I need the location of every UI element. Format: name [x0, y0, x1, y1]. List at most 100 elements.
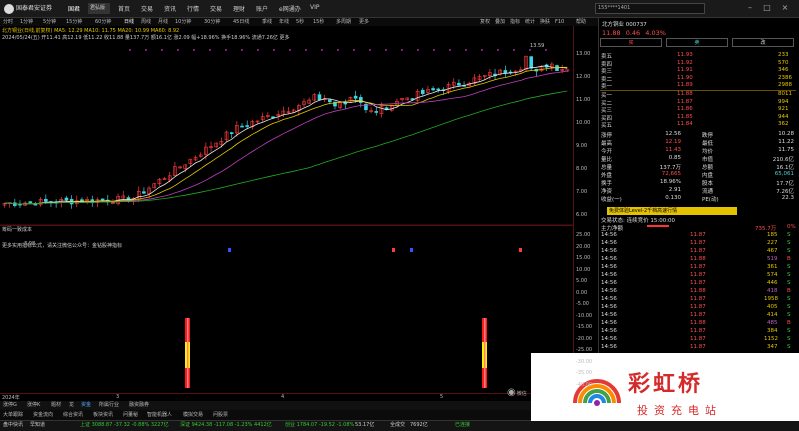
- period-item[interactable]: 5分钟: [43, 18, 56, 26]
- logo-text: 国泰君安证券: [16, 5, 53, 12]
- tick-time: 14:56: [601, 248, 617, 254]
- status-item: 已连接: [455, 422, 471, 428]
- indicator-bar: [187, 318, 189, 388]
- buy-button[interactable]: 买: [600, 38, 662, 47]
- signal-dot: [273, 49, 275, 51]
- menu-finance[interactable]: 理财: [233, 4, 245, 13]
- period-item[interactable]: 60分钟: [95, 18, 111, 26]
- period-item[interactable]: 分时: [3, 18, 13, 26]
- period-tool-item[interactable]: 指标: [510, 18, 520, 26]
- tick-time: 14:56: [601, 288, 617, 294]
- menu-home[interactable]: 首页: [118, 4, 130, 13]
- candle-body: [64, 197, 69, 201]
- period-item[interactable]: 10分钟: [175, 18, 191, 26]
- stat-label-2: 内盘: [702, 173, 714, 179]
- period-tool-item[interactable]: F10: [555, 18, 564, 26]
- signal-dot: [449, 49, 451, 51]
- stat-value-2: 10.28: [778, 131, 794, 137]
- period-item[interactable]: 30分钟: [204, 18, 220, 26]
- tick-time: 14:56: [601, 232, 617, 238]
- menu-quotes[interactable]: 行情: [187, 4, 199, 13]
- tool-tab[interactable]: 问股票: [213, 410, 228, 420]
- maximize-icon[interactable]: □: [762, 3, 772, 13]
- period-item[interactable]: 多周期: [336, 18, 351, 26]
- bottom-tab[interactable]: 融资融券: [129, 401, 149, 410]
- candle-body: [457, 82, 461, 86]
- menu-news[interactable]: 资讯: [164, 4, 176, 13]
- period-tool-item[interactable]: 帮助: [576, 18, 586, 26]
- bottom-tab[interactable]: 资金: [81, 401, 91, 410]
- tool-tab[interactable]: 问董秘: [123, 410, 138, 420]
- tool-tab[interactable]: 智能机器人: [147, 410, 172, 420]
- tool-tab[interactable]: 模拟交易: [183, 410, 203, 420]
- menu-account[interactable]: 账户: [256, 4, 268, 13]
- tick-time: 14:56: [601, 280, 617, 286]
- ask-price: 11.91: [677, 67, 693, 73]
- tool-tab[interactable]: 板块资讯: [93, 410, 113, 420]
- modify-button[interactable]: 改: [732, 38, 794, 47]
- bottom-tab[interactable]: 题材: [51, 401, 61, 410]
- period-item[interactable]: 5秒: [296, 18, 304, 26]
- candle-body: [328, 99, 332, 103]
- stat-value-2: 7.26亿: [776, 189, 794, 195]
- status-item: 7692亿: [410, 422, 428, 428]
- menu-eservice[interactable]: e网通办: [279, 4, 301, 13]
- signal-dot: [145, 49, 147, 51]
- tick-price: 11.88: [690, 288, 706, 294]
- kline-chart[interactable]: [0, 26, 573, 396]
- indicator-header[interactable]: 筹码一致成本: [0, 225, 572, 235]
- level2-promo-banner[interactable]: 免费体验Level-2千档高速行情: [607, 207, 737, 215]
- period-item[interactable]: 15秒: [313, 18, 324, 26]
- menu-vip[interactable]: VIP: [310, 4, 320, 11]
- tick-time: 14:56: [601, 264, 617, 270]
- period-tool-item[interactable]: 叠加: [495, 18, 505, 26]
- bottom-tab[interactable]: 涨停G: [3, 401, 17, 410]
- candle-body: [431, 88, 435, 91]
- tool-tab[interactable]: 资金流向: [33, 410, 53, 420]
- menu-trade[interactable]: 交易: [141, 4, 153, 13]
- ask-volume: 2386: [778, 74, 792, 81]
- trade-status: 交易状态: 连续竞价 15:00:00: [601, 218, 676, 224]
- account-select[interactable]: 君弘版: [88, 3, 110, 14]
- stat-value-2: 11.75: [778, 147, 794, 153]
- period-item[interactable]: 1分钟: [20, 18, 33, 26]
- price-axis-label: 13.00: [576, 51, 591, 57]
- period-item[interactable]: 45日线: [233, 18, 249, 26]
- tool-tab[interactable]: 综合资讯: [63, 410, 83, 420]
- period-item[interactable]: 月线: [158, 18, 168, 26]
- signal-dot: [417, 49, 419, 51]
- ask-volume: 2988: [778, 82, 792, 88]
- period-item[interactable]: 周线: [141, 18, 151, 26]
- period-item[interactable]: 季线: [262, 18, 272, 26]
- period-tool-item[interactable]: 统计: [525, 18, 535, 26]
- stat-label-2: 最低: [702, 141, 714, 147]
- bottom-tab[interactable]: 龙: [69, 401, 74, 410]
- status-item: 深证 9424.38 -117.08 -1.23% 4412亿: [180, 422, 272, 428]
- period-item[interactable]: 更多: [359, 18, 369, 26]
- signal-dot: [257, 49, 259, 51]
- period-item[interactable]: 日线: [124, 18, 134, 26]
- bottom-tool-bar: [0, 410, 598, 420]
- candle-body: [343, 102, 348, 105]
- price-axis-label: 8.00: [576, 166, 588, 172]
- period-tool-item[interactable]: 复权: [480, 18, 490, 26]
- signal-mark: [228, 248, 231, 252]
- period-tool-item[interactable]: 换肤: [540, 18, 550, 26]
- period-item[interactable]: 15分钟: [66, 18, 82, 26]
- stat-value-2: 22.3: [781, 195, 794, 201]
- user-id-text: 155****1401: [598, 5, 631, 11]
- price-axis-label: 11.00: [576, 97, 591, 103]
- bottom-tab[interactable]: 所属行业: [99, 401, 119, 410]
- period-item[interactable]: 年线: [279, 18, 289, 26]
- ask-volume: 233: [778, 52, 789, 58]
- signal-dot: [433, 49, 435, 51]
- watermark-subtitle: 投资充电站: [637, 404, 722, 417]
- sell-button[interactable]: 卖: [666, 38, 728, 47]
- tool-tab[interactable]: 大单跟踪: [3, 410, 23, 420]
- menu-trade-2[interactable]: 交易: [210, 4, 222, 13]
- bottom-tab[interactable]: 涨停K: [27, 401, 40, 410]
- user-search-box[interactable]: 155****1401: [595, 3, 705, 14]
- indicator-axis-label: 10.00: [576, 266, 591, 273]
- close-icon[interactable]: ×: [780, 3, 790, 13]
- minimize-icon[interactable]: –: [745, 3, 755, 13]
